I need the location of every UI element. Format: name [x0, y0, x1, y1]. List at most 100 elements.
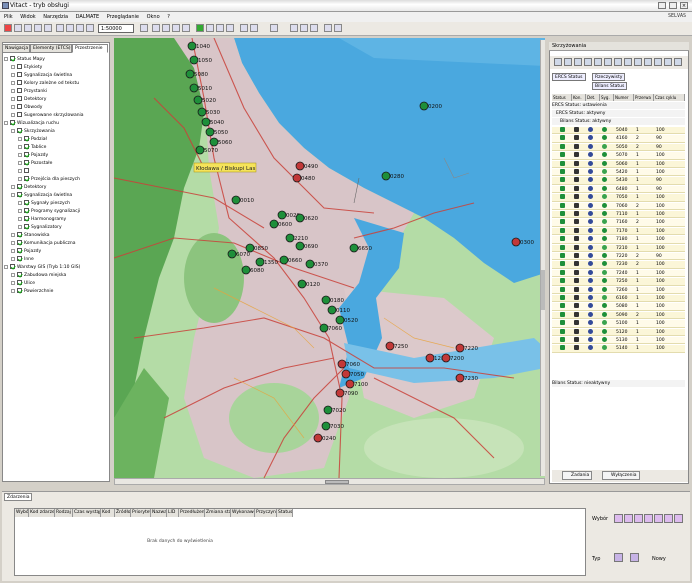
save-icon[interactable]	[34, 24, 42, 32]
marker-dot[interactable]	[269, 219, 279, 229]
marker-dot[interactable]	[345, 379, 355, 389]
expand-icon[interactable]	[18, 168, 22, 173]
col-connection[interactable]: Kon.	[572, 94, 586, 101]
col-name[interactable]: Nazwa	[151, 509, 167, 517]
marker-dot[interactable]	[335, 315, 345, 325]
filter-icon-7[interactable]	[674, 514, 683, 523]
marker-dot[interactable]	[319, 323, 329, 333]
new-icon[interactable]	[14, 24, 22, 32]
filter-chip-bilans[interactable]: Bilans Status	[592, 82, 628, 90]
marker-dot[interactable]	[321, 295, 331, 305]
intersection-marker[interactable]: 5070	[195, 145, 218, 155]
expand-icon[interactable]	[18, 144, 22, 149]
map-canvas[interactable]: Kłodawa / Biskupi Las 1040 1050 5080 5010 50…	[114, 38, 545, 478]
tab-navigation[interactable]: Nawigacja	[2, 44, 30, 53]
edit-icon[interactable]	[564, 58, 572, 66]
filter-chip-ercs[interactable]: ERCS Status	[552, 73, 586, 81]
intersection-marker[interactable]: 0240	[313, 433, 336, 443]
detector-icon[interactable]	[300, 24, 308, 32]
layer-checkbox[interactable]	[17, 256, 22, 261]
layer-checkbox[interactable]	[17, 112, 22, 117]
layer-checkbox[interactable]	[24, 144, 29, 149]
expand-icon[interactable]	[18, 176, 22, 181]
tab-elements[interactable]: Elementy (ETCS)	[30, 44, 72, 53]
filter-icon[interactable]	[594, 58, 602, 66]
layer-checkbox[interactable]	[17, 128, 22, 133]
tree-item[interactable]: Skrzyżowania	[11, 128, 55, 135]
intersection-marker[interactable]: 0620	[295, 213, 318, 223]
marker-dot[interactable]	[201, 117, 211, 127]
layer-checkbox[interactable]	[17, 64, 22, 69]
print-list-icon[interactable]	[634, 58, 642, 66]
tree-item[interactable]: Powierzchnie	[11, 288, 53, 295]
layer-checkbox[interactable]	[17, 184, 22, 189]
col-event-code[interactable]: Kod zdarzenia	[29, 509, 55, 517]
menu-browse[interactable]: Przeglądanie	[107, 14, 139, 20]
marker-dot[interactable]	[187, 41, 197, 51]
tree-item[interactable]: Przejścia dla pieszych	[18, 176, 80, 183]
expand-icon[interactable]	[4, 264, 8, 269]
col-lid[interactable]: LID	[167, 509, 179, 517]
layer-checkbox[interactable]	[17, 240, 22, 245]
tree-item[interactable]: Komunikacja publiczna	[11, 240, 76, 247]
layer-checkbox[interactable]	[10, 120, 15, 125]
intersection-marker[interactable]: 0520	[335, 315, 358, 325]
layer-checkbox[interactable]	[17, 192, 22, 197]
expand-icon[interactable]	[11, 80, 15, 85]
intersection-marker[interactable]: 7060	[319, 323, 342, 333]
filter-chip-real[interactable]: Rzeczywisty	[592, 73, 626, 81]
intersection-marker[interactable]: 7020	[323, 405, 346, 415]
expand-icon[interactable]	[18, 152, 22, 157]
zoom-in-icon[interactable]	[56, 24, 64, 32]
menu-file[interactable]: Plik	[4, 14, 13, 20]
tree-item[interactable]: Wizualizacja ruchu	[4, 120, 59, 127]
col-reason[interactable]: Przyczyna	[255, 509, 277, 517]
map-vertical-scrollbar[interactable]	[540, 40, 545, 476]
marker-dot[interactable]	[297, 279, 307, 289]
settings-icon[interactable]	[644, 58, 652, 66]
menu-window[interactable]: Okno	[147, 14, 160, 20]
marker-dot[interactable]	[227, 249, 237, 259]
marker-dot[interactable]	[292, 173, 302, 183]
layer-checkbox[interactable]	[17, 232, 22, 237]
marker-dot[interactable]	[313, 433, 323, 443]
signal-icon[interactable]	[290, 24, 298, 32]
tasks-button[interactable]: Zadania	[562, 471, 593, 480]
table-row[interactable]: 6160 1 100	[552, 295, 685, 303]
layer-checkbox[interactable]	[24, 224, 29, 229]
expand-icon[interactable]	[4, 56, 8, 61]
table-row[interactable]: 7220 2 90	[552, 253, 685, 261]
marker-dot[interactable]	[455, 373, 465, 383]
marker-dot[interactable]	[455, 343, 465, 353]
marker-dot[interactable]	[323, 405, 333, 415]
marker-dot[interactable]	[189, 55, 199, 65]
table-row[interactable]: 7060 2 100	[552, 202, 685, 210]
tree-item[interactable]: Etykiety	[11, 64, 42, 71]
layer-checkbox[interactable]	[24, 136, 29, 141]
export-icon[interactable]	[624, 58, 632, 66]
group-header[interactable]: ERCS Status: aktywny	[552, 110, 685, 117]
print-icon[interactable]	[44, 24, 52, 32]
map-horizontal-scrollbar[interactable]	[114, 478, 545, 485]
layer-checkbox[interactable]	[17, 280, 22, 285]
intersection-marker[interactable]: 2210	[285, 233, 308, 243]
intersection-marker[interactable]: 0110	[327, 305, 350, 315]
intersection-marker[interactable]: 0200	[419, 101, 442, 111]
marker-dot[interactable]	[321, 421, 331, 431]
table-row[interactable]: 5040 1 100	[552, 127, 685, 135]
marker-dot[interactable]	[189, 83, 199, 93]
measure-icon[interactable]	[172, 24, 180, 32]
expand-icon[interactable]	[11, 88, 15, 93]
col-number[interactable]: Numer	[614, 94, 634, 101]
expand-icon[interactable]	[11, 248, 15, 253]
expand-icon[interactable]	[11, 280, 15, 285]
tree-item[interactable]: Sygnalizacja świetlna	[11, 72, 72, 79]
type-alarm-icon[interactable]	[614, 553, 623, 562]
intersection-marker[interactable]: 0690	[295, 241, 318, 251]
table-row[interactable]: 6480 1 90	[552, 185, 685, 194]
expand-icon[interactable]	[11, 288, 15, 293]
intersection-marker[interactable]: 1050	[189, 55, 212, 65]
intersection-marker[interactable]: 0660	[279, 255, 302, 265]
close-list-icon[interactable]	[674, 58, 682, 66]
layer-checkbox[interactable]	[17, 88, 22, 93]
